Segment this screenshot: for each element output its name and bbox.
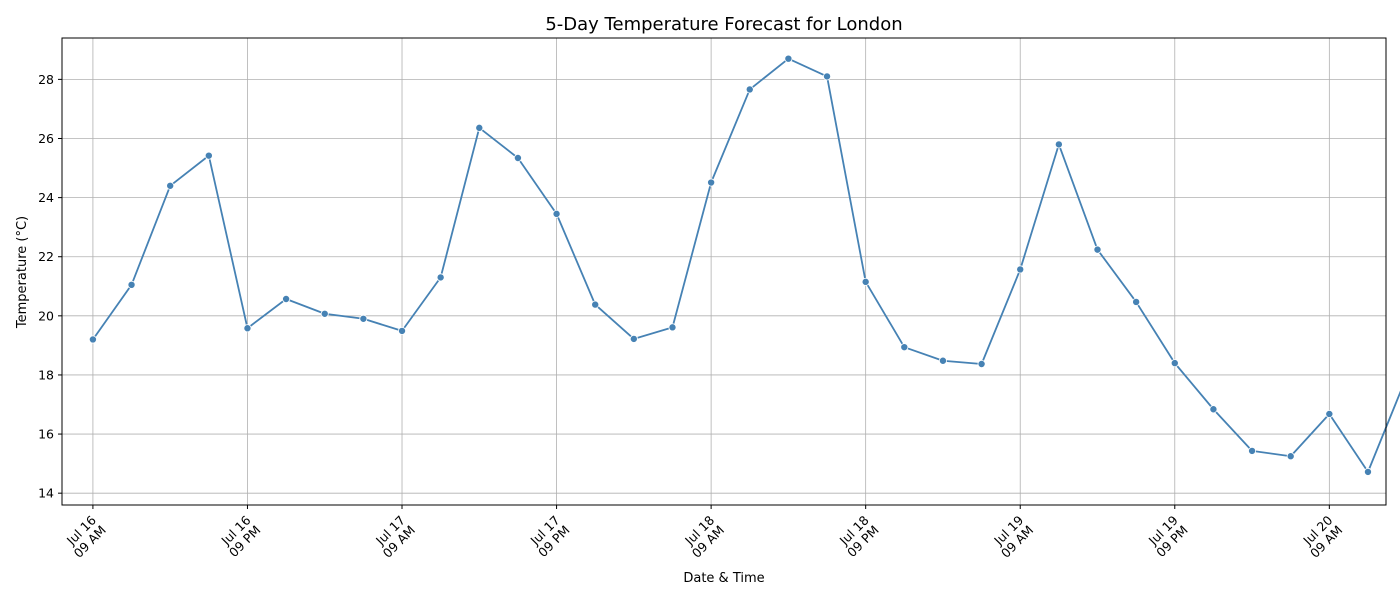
data-point [668, 323, 677, 332]
y-axis-ticks: 14 16 18 20 22 24 26 28 [38, 72, 62, 501]
series-line [92, 57, 1400, 473]
data-point [243, 324, 252, 333]
y-tick-label: 28 [38, 72, 54, 87]
data-point [1016, 265, 1025, 274]
data-point [823, 72, 832, 81]
data-point [1054, 140, 1063, 149]
y-tick-label: 24 [38, 190, 54, 205]
data-point [1093, 245, 1102, 254]
y-tick-label: 18 [38, 367, 54, 382]
data-point [707, 178, 716, 187]
plot-frame [61, 37, 1387, 506]
x-tick-label: Jul 1609 PM [218, 512, 264, 560]
x-tick-label: Jul 1909 AM [990, 512, 1036, 560]
data-point [1170, 359, 1179, 368]
data-point [1286, 452, 1295, 461]
data-points [88, 54, 1372, 476]
data-point [552, 209, 561, 218]
data-point [977, 360, 986, 369]
x-tick-label: Jul 1809 AM [681, 512, 727, 560]
series-line-layer [92, 57, 1400, 473]
data-point [359, 314, 368, 323]
data-point [513, 153, 522, 162]
data-point [475, 123, 484, 132]
y-tick-label: 22 [38, 249, 54, 264]
data-point [398, 326, 407, 335]
y-tick-label: 16 [38, 427, 54, 442]
data-point [166, 181, 175, 190]
data-point [127, 280, 136, 289]
data-point [1363, 467, 1372, 476]
chart-title: 5-Day Temperature Forecast for London [545, 14, 902, 35]
data-point [282, 294, 291, 303]
x-tick-label: Jul 1909 PM [1145, 512, 1191, 560]
data-point [204, 151, 213, 160]
data-point [1132, 297, 1141, 306]
data-point [745, 85, 754, 94]
data-point [88, 335, 97, 344]
temperature-chart: 5-Day Temperature Forecast for London 14… [15, 14, 1400, 586]
y-tick-label: 26 [38, 131, 54, 146]
data-point [784, 54, 793, 63]
y-tick-label: 20 [38, 308, 54, 323]
x-axis-label: Date & Time [683, 571, 764, 586]
data-point [861, 277, 870, 286]
data-point [591, 300, 600, 309]
data-point [900, 343, 909, 352]
data-point [938, 356, 947, 365]
x-tick-label: Jul 1809 PM [836, 512, 882, 560]
x-tick-label: Jul 2009 AM [1299, 512, 1345, 560]
x-axis-ticks: Jul 1609 AM Jul 1609 PM Jul 1709 AM Jul 170… [63, 505, 1345, 561]
data-point [320, 309, 329, 318]
data-point [436, 273, 445, 282]
y-axis-label: Temperature (°C) [15, 216, 30, 329]
data-point [1325, 409, 1334, 418]
x-tick-label: Jul 1709 AM [372, 513, 418, 561]
x-tick-label: Jul 1709 PM [527, 513, 573, 561]
data-point [1248, 446, 1257, 455]
x-tick-label: Jul 1609 AM [63, 512, 109, 560]
y-tick-label: 14 [38, 486, 54, 501]
grid-lines [62, 38, 1386, 505]
data-point [1209, 405, 1218, 414]
data-point [629, 334, 638, 343]
